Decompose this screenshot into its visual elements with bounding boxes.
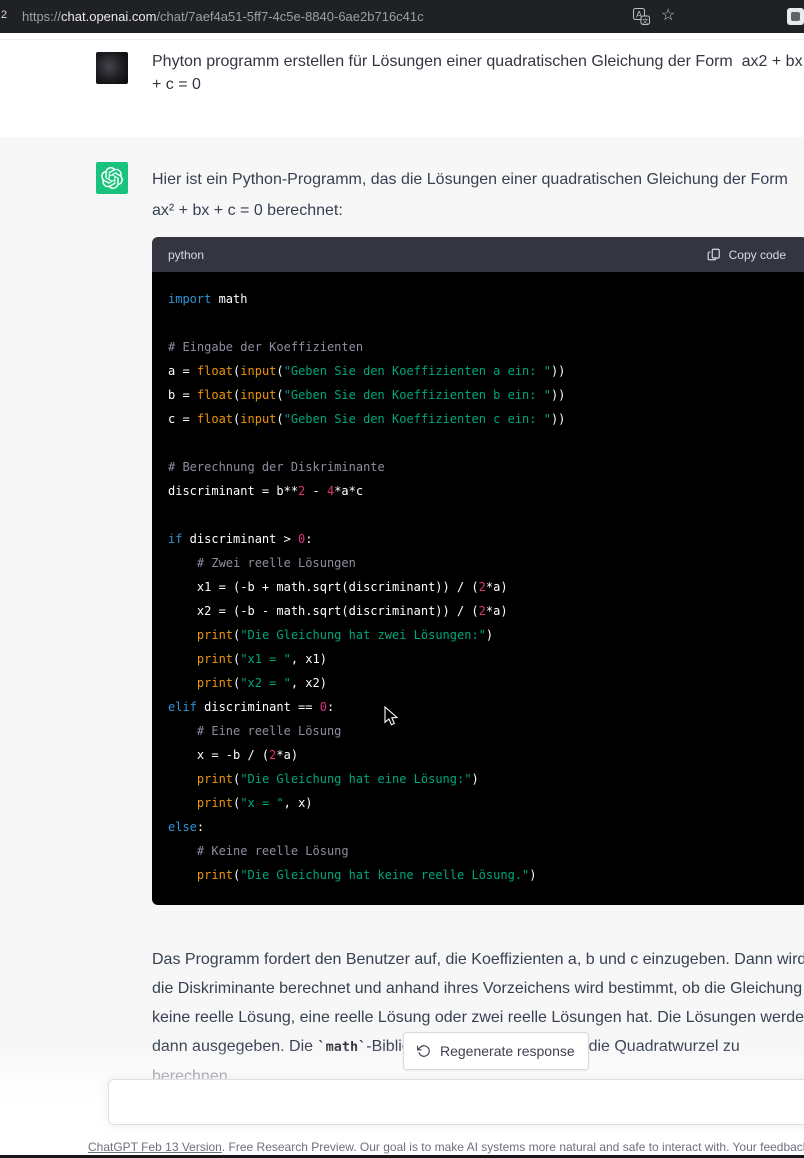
regenerate-icon: [417, 1044, 431, 1058]
tab-title-fragment: 2: [1, 9, 7, 21]
assistant-intro-text: Hier ist ein Python-Programm, das die Lö…: [152, 164, 788, 226]
prompt-input[interactable]: [109, 1080, 804, 1124]
user-message-row: Phyton programm erstellen für Lösungen e…: [0, 39, 804, 138]
copy-code-label: Copy code: [729, 248, 786, 262]
assistant-avatar: [96, 162, 128, 194]
user-avatar: [96, 52, 128, 84]
browser-url-bar: 2 https://chat.openai.com/chat/7aef4a51-…: [0, 0, 804, 33]
footer-text: . Free Research Preview. Our goal is to …: [222, 1140, 804, 1154]
regenerate-label: Regenerate response: [440, 1043, 575, 1059]
prompt-input-container: [108, 1079, 804, 1125]
regenerate-response-button[interactable]: Regenerate response: [403, 1032, 589, 1070]
code-content: import math# Eingabe der Koeffizientena …: [152, 272, 804, 905]
url-scheme: https://: [22, 9, 61, 24]
translate-icon-glyph: A 文: [633, 8, 650, 25]
url-host: chat.openai.com: [61, 9, 156, 24]
url-path: /chat/7aef4a51-5ff7-4c5e-8840-6ae2b716c4…: [156, 9, 423, 24]
footer: ChatGPT Feb 13 Version. Free Research Pr…: [88, 1140, 804, 1154]
address-bar[interactable]: https://chat.openai.com/chat/7aef4a51-5f…: [22, 9, 424, 24]
bookmark-star-icon[interactable]: ☆: [661, 6, 675, 26]
svg-text:文: 文: [642, 16, 649, 25]
assistant-message-row: Hier ist ein Python-Programm, das die Lö…: [0, 137, 804, 1158]
code-block: python Copy code import math# Eingabe de…: [152, 237, 804, 905]
mouse-cursor: [384, 706, 399, 727]
user-message-text: Phyton programm erstellen für Lösungen e…: [152, 50, 803, 96]
code-block-header: python Copy code: [152, 237, 804, 272]
copy-code-button[interactable]: Copy code: [701, 246, 792, 263]
code-language-label: python: [168, 248, 204, 262]
clipboard-icon: [707, 247, 721, 262]
openai-logo-icon: [101, 167, 123, 189]
footer-version-link[interactable]: ChatGPT Feb 13 Version: [88, 1140, 222, 1154]
translate-icon[interactable]: A 文: [633, 8, 650, 25]
browser-extension-icon[interactable]: [787, 8, 804, 25]
